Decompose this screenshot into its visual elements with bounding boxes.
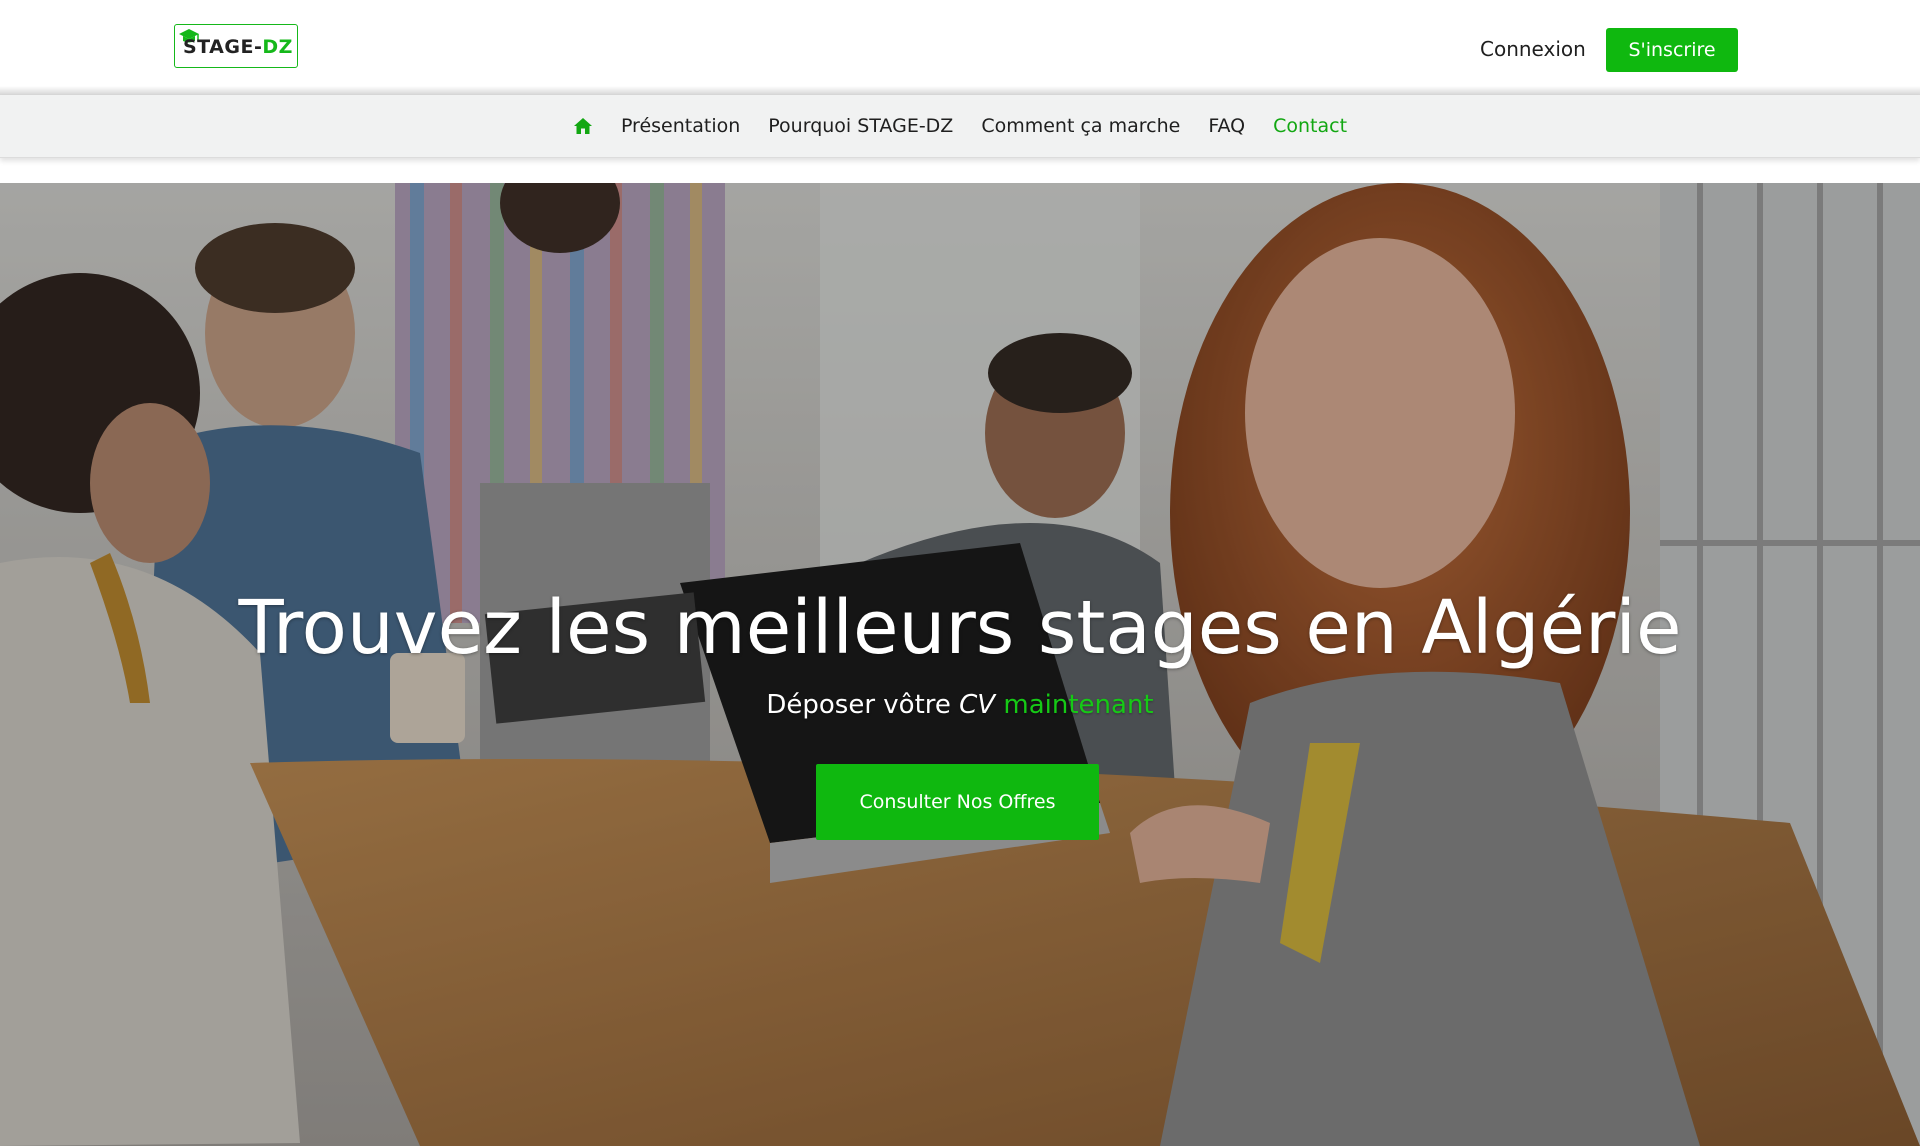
nav-item-faq[interactable]: FAQ (1208, 114, 1245, 138)
nav-item-comment-ca-marche[interactable]: Comment ça marche (981, 114, 1180, 138)
consult-offers-button[interactable]: Consulter Nos Offres (816, 764, 1099, 840)
nav-item-pourquoi[interactable]: Pourquoi STAGE-DZ (768, 114, 953, 138)
hero-title: Trouvez les meilleurs stages en Algérie (238, 585, 1682, 671)
main-nav: Présentation Pourquoi STAGE-DZ Comment ç… (0, 95, 1920, 158)
home-icon (573, 118, 592, 134)
nav-list: Présentation Pourquoi STAGE-DZ Comment ç… (0, 95, 1920, 157)
nav-item-contact[interactable]: Contact (1273, 114, 1347, 138)
site-header: STAGE-DZ Connexion S'inscrire (0, 0, 1920, 94)
signup-button[interactable]: S'inscrire (1606, 28, 1738, 72)
hero-section: Trouvez les meilleurs stages en Algérie … (0, 183, 1920, 1146)
login-link[interactable]: Connexion (1480, 36, 1586, 62)
hero-subtitle: Déposer vôtre CV maintenant (766, 690, 1154, 720)
nav-item-home[interactable] (573, 117, 593, 135)
logo-text: STAGE-DZ (183, 36, 293, 58)
nav-item-presentation[interactable]: Présentation (621, 114, 740, 138)
stage-dz-logo[interactable]: STAGE-DZ (174, 24, 298, 68)
